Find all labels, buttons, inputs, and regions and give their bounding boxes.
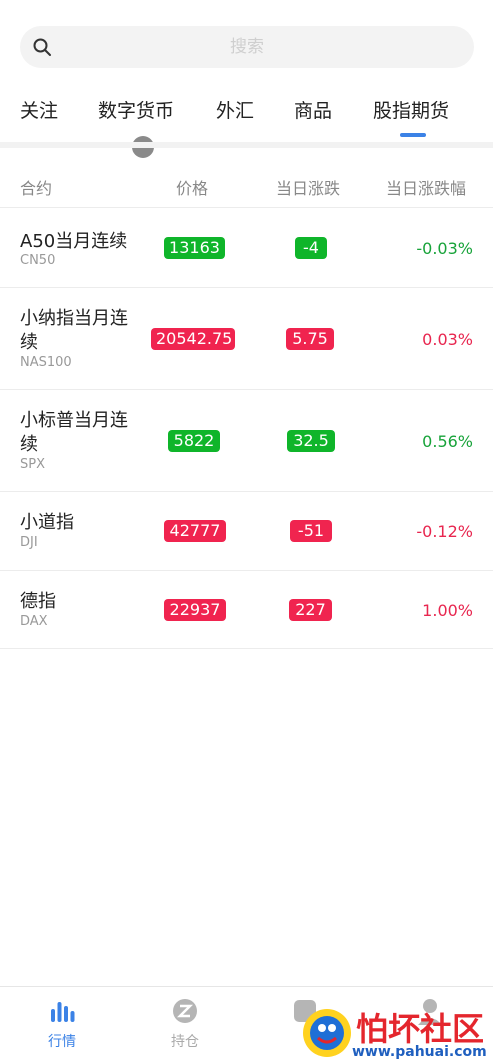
change-badge: 32.5	[287, 430, 335, 452]
price-badge: 22937	[164, 599, 226, 621]
price-badge: 42777	[164, 520, 226, 542]
contract-name: 德指	[20, 591, 56, 612]
tab-follow[interactable]: 关注	[20, 96, 58, 123]
contract-name: 小道指	[20, 512, 74, 533]
contract-code: NAS100	[20, 355, 72, 370]
change-pct: -0.03%	[416, 239, 473, 258]
contract-code: DAX	[20, 614, 48, 629]
header-price: 价格	[176, 179, 209, 198]
nav-label: 持仓	[171, 1034, 199, 1050]
tab-crypto[interactable]: 数字货币	[98, 96, 174, 123]
table-row[interactable]: 小纳指当月连续 NAS100 20542.75 5.75 0.03%	[0, 287, 493, 389]
price-badge: 5822	[168, 430, 220, 452]
search-bar[interactable]	[20, 26, 474, 68]
contract-code: CN50	[20, 253, 56, 268]
change-pct: -0.12%	[416, 522, 473, 541]
active-tab-indicator	[400, 133, 426, 137]
contract-name: A50当月连续	[20, 231, 128, 252]
change-pct: 0.56%	[422, 432, 473, 451]
change-badge: 5.75	[286, 328, 334, 350]
table-row[interactable]: 小标普当月连续 SPX 5822 32.5 0.56%	[0, 389, 493, 491]
price-badge: 20542.75	[151, 328, 235, 350]
category-tabs: 关注 数字货币 外汇 商品 股指期货	[0, 96, 493, 136]
contract-code: DJI	[20, 535, 38, 550]
tab-divider	[0, 142, 493, 148]
mascot-logo-icon	[303, 1009, 351, 1057]
watermark: 怕坏社区 www.pahuai.com	[296, 1000, 493, 1064]
contract-name: 小纳指当月连续	[20, 308, 128, 353]
position-icon	[173, 999, 197, 1023]
bar-chart-icon	[51, 1002, 75, 1022]
nav-label: 行情	[48, 1034, 76, 1050]
table-row[interactable]: 小道指 DJI 42777 -51 -0.12%	[0, 491, 493, 570]
nav-item-position[interactable]: 持仓	[155, 997, 215, 1051]
tab-forex[interactable]: 外汇	[216, 96, 254, 123]
nav-item-market[interactable]: 行情	[32, 997, 92, 1051]
change-badge: -4	[295, 237, 327, 259]
change-pct: 1.00%	[422, 601, 473, 620]
contract-name: 小标普当月连续	[20, 410, 128, 455]
tab-index-futures[interactable]: 股指期货	[373, 96, 449, 123]
search-input[interactable]	[20, 26, 474, 68]
table-row[interactable]: 德指 DAX 22937 227 1.00%	[0, 570, 493, 649]
header-contract: 合约	[20, 179, 53, 198]
change-pct: 0.03%	[422, 330, 473, 349]
header-change: 当日涨跌	[276, 179, 341, 198]
change-badge: -51	[290, 520, 332, 542]
watermark-url: www.pahuai.com	[352, 1044, 487, 1060]
header-change-pct: 当日涨跌幅	[386, 179, 467, 198]
price-badge: 13163	[164, 237, 225, 259]
tab-commodities[interactable]: 商品	[294, 96, 332, 123]
table-row[interactable]: A50当月连续 CN50 13163 -4 -0.03%	[0, 207, 493, 287]
contract-code: SPX	[20, 457, 45, 472]
change-badge: 227	[289, 599, 332, 621]
